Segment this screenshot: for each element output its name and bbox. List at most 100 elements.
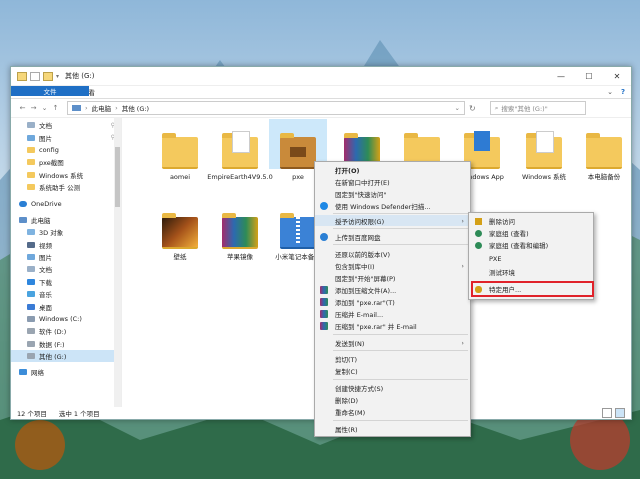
- nav-item[interactable]: 桌面: [11, 300, 121, 312]
- nav-item[interactable]: 下载: [11, 276, 121, 288]
- address-bar-row: ← → ⌄ ↑ › 此电脑 › 其他 (G:) ⌄ ↻ ⌕ 搜索"其他 (G:)…: [11, 99, 631, 118]
- menu-item-add-pxe-rar[interactable]: 添加到 "pxe.rar"(T): [315, 296, 470, 307]
- close-button[interactable]: ✕: [603, 67, 631, 85]
- nav-item-this-pc[interactable]: 此电脑: [11, 214, 121, 226]
- breadcrumb-drive-g[interactable]: 其他 (G:): [122, 103, 149, 113]
- menu-item-open-new-window[interactable]: 在新窗口中打开(E): [315, 176, 470, 187]
- nav-item[interactable]: 数据 (F:): [11, 338, 121, 350]
- properties-icon[interactable]: [30, 71, 40, 81]
- menu-item-restore-versions[interactable]: 还原以前的版本(V): [315, 248, 470, 259]
- chevron-down-icon[interactable]: ⌄: [455, 104, 460, 112]
- new-folder-icon[interactable]: [43, 71, 53, 81]
- file-item[interactable]: 壁纸: [150, 199, 210, 261]
- expand-ribbon-icon[interactable]: ⌄: [607, 88, 613, 96]
- nav-item-network[interactable]: 网络: [11, 365, 121, 377]
- nav-item[interactable]: 系统助手 公测: [11, 181, 121, 193]
- nav-item[interactable]: 3D 对象: [11, 226, 121, 238]
- 3d-objects-icon: [27, 229, 35, 236]
- nav-item[interactable]: Windows (C:): [11, 313, 121, 325]
- archive-folder-icon: [280, 133, 316, 169]
- nav-item-selected[interactable]: 其他 (G:): [11, 350, 121, 363]
- ribbon-tabs: 文件 主页 共享 查看 ⌄ ?: [11, 86, 631, 99]
- menu-item-copy[interactable]: 复制(C): [315, 365, 470, 376]
- desktop-icon: [27, 303, 35, 310]
- nav-item[interactable]: Windows 系统: [11, 169, 121, 181]
- context-menu: 打开(O) 在新窗口中打开(E) 固定到"快速访问" 使用 Windows De…: [314, 161, 471, 437]
- highlight-box: [471, 281, 594, 297]
- scrollbar-thumb[interactable]: [115, 147, 120, 207]
- submenu-item-homegroup-edit[interactable]: 家庭组 (查看和编辑): [469, 239, 593, 251]
- submenu-item-test-env[interactable]: 测试环境: [469, 266, 593, 278]
- breadcrumb-this-pc[interactable]: 此电脑: [92, 103, 112, 113]
- nav-item[interactable]: 视频: [11, 239, 121, 251]
- title-bar: ▾ 其他 (G:) — ☐ ✕: [11, 67, 631, 86]
- nav-item[interactable]: 图片 ⚲: [11, 131, 121, 143]
- nav-item[interactable]: config: [11, 144, 121, 156]
- menu-item-create-shortcut[interactable]: 创建快捷方式(S): [315, 382, 470, 393]
- submenu-item-pxe[interactable]: PXE: [469, 253, 593, 265]
- help-icon[interactable]: ?: [621, 88, 625, 96]
- maximize-button[interactable]: ☐: [575, 67, 603, 85]
- menu-item-add-archive[interactable]: 添加到压缩文件(A)...: [315, 284, 470, 295]
- menu-item-rename[interactable]: 重命名(M): [315, 406, 470, 417]
- nav-item[interactable]: 文档: [11, 263, 121, 275]
- menu-item-defender-scan[interactable]: 使用 Windows Defender扫描...: [315, 200, 470, 211]
- menu-item-open[interactable]: 打开(O): [315, 164, 470, 175]
- submenu-item-remove-access[interactable]: 删除访问: [469, 215, 593, 227]
- menu-item-compress-pxe-email[interactable]: 压缩到 "pxe.rar" 并 E-mail: [315, 320, 470, 331]
- network-icon: [19, 368, 27, 375]
- winrar-icon: [320, 309, 328, 318]
- address-box[interactable]: › 此电脑 › 其他 (G:) ⌄: [67, 101, 465, 115]
- folder-icon: [526, 131, 562, 169]
- baidu-icon: [320, 232, 328, 241]
- up-arrow-icon[interactable]: ↑: [50, 104, 61, 112]
- menu-item-give-access[interactable]: 授予访问权限(G) ›: [315, 215, 470, 226]
- chevron-down-icon[interactable]: ⌄: [39, 104, 50, 112]
- menu-item-include-library[interactable]: 包含到库中(I) ›: [315, 260, 470, 271]
- file-item[interactable]: aomei: [150, 119, 210, 181]
- menu-item-delete[interactable]: 删除(D): [315, 394, 470, 405]
- nav-item[interactable]: 软件 (D:): [11, 325, 121, 337]
- details-view-icon[interactable]: [602, 408, 612, 418]
- folder-icon: [27, 184, 35, 191]
- nav-scrollbar[interactable]: [114, 117, 121, 407]
- selected-count: 选中 1 个项目: [58, 410, 100, 418]
- quick-access-toolbar: ▾: [17, 71, 59, 81]
- large-icons-view-icon[interactable]: [615, 408, 625, 418]
- search-input[interactable]: ⌕ 搜索"其他 (G:)": [489, 101, 586, 115]
- nav-item[interactable]: pxe截图: [11, 156, 121, 168]
- folder-icon: [27, 159, 35, 166]
- back-arrow-icon[interactable]: ←: [17, 104, 28, 112]
- file-item[interactable]: 本电脑备份: [574, 119, 634, 181]
- file-item[interactable]: EmpireEarth4V9.5.0: [207, 119, 273, 181]
- computer-icon: [72, 105, 81, 111]
- music-icon: [27, 291, 35, 298]
- file-item[interactable]: Windows 系统: [514, 119, 574, 181]
- menu-item-pin-quick-access[interactable]: 固定到"快速访问": [315, 188, 470, 199]
- menu-item-pin-start[interactable]: 固定到"开始"屏幕(P): [315, 272, 470, 283]
- submenu-item-homegroup-view[interactable]: 家庭组 (查看): [469, 227, 593, 239]
- search-placeholder: 搜索"其他 (G:)": [501, 105, 548, 113]
- menu-item-compress-email[interactable]: 压缩并 E-mail...: [315, 308, 470, 319]
- forward-arrow-icon[interactable]: →: [28, 104, 39, 112]
- folder-icon: [17, 71, 27, 81]
- menu-item-send-to[interactable]: 发送到(N) ›: [315, 337, 470, 348]
- pictures-icon: [27, 134, 35, 141]
- winrar-icon: [222, 213, 258, 249]
- documents-icon: [27, 122, 35, 129]
- nav-item[interactable]: 文档 ⚲: [11, 119, 121, 131]
- refresh-icon[interactable]: ↻: [469, 104, 476, 113]
- give-access-submenu: 删除访问 家庭组 (查看) 家庭组 (查看和编辑) PXE 测试环境 特定用户.…: [468, 212, 594, 300]
- chevron-down-icon[interactable]: ▾: [56, 73, 59, 80]
- nav-item[interactable]: 音乐: [11, 288, 121, 300]
- menu-item-baidu-upload[interactable]: 上传到百度网盘: [315, 231, 470, 242]
- nav-item[interactable]: 图片: [11, 251, 121, 263]
- nav-item-onedrive[interactable]: OneDrive: [11, 197, 121, 209]
- documents-icon: [27, 266, 35, 273]
- menu-item-properties[interactable]: 属性(R): [315, 423, 470, 434]
- downloads-icon: [27, 278, 35, 285]
- minimize-button[interactable]: —: [547, 67, 575, 85]
- menu-item-cut[interactable]: 剪切(T): [315, 353, 470, 364]
- tab-file[interactable]: 文件: [11, 86, 89, 96]
- file-item[interactable]: 苹果镜像: [210, 199, 270, 261]
